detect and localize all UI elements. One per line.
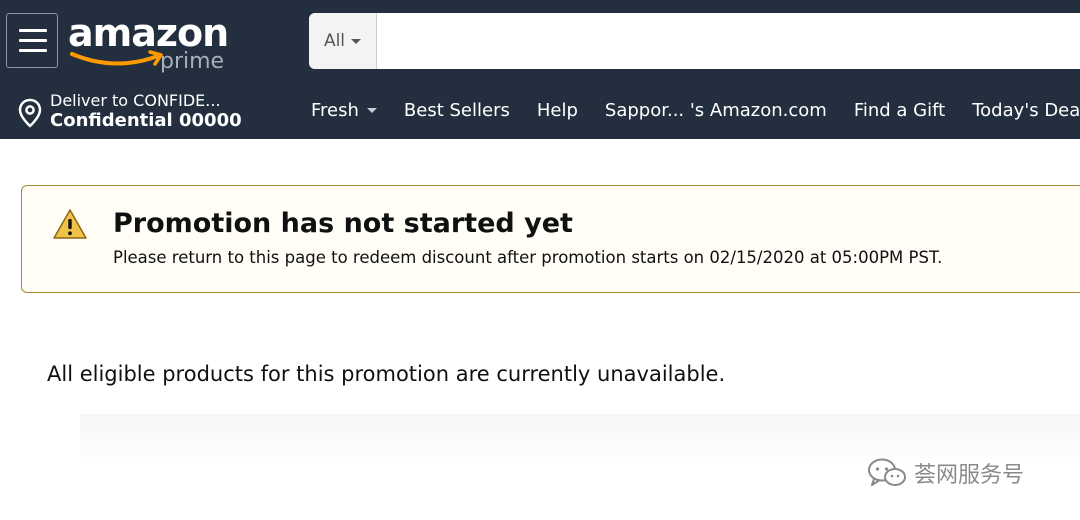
top-header: amazon prime All — [0, 0, 1080, 82]
nav-link-label: Find a Gift — [853, 100, 946, 121]
logo-word: amazon — [68, 11, 229, 55]
nav-link-user-amazon[interactable]: Sappor... 's Amazon.com — [605, 100, 827, 121]
nav-links: Fresh Best Sellers Help Sappor... 's Ama… — [311, 82, 1080, 139]
nav-link-todays-deals[interactable]: Today's Deals — [972, 100, 1080, 121]
nav-link-label: Fresh — [311, 100, 359, 121]
menu-line-icon — [19, 49, 47, 52]
watermark: 荟网服务号 — [866, 455, 1024, 491]
promotion-alert: Promotion has not started yet Please ret… — [21, 185, 1080, 293]
search-input[interactable] — [379, 13, 1079, 69]
watermark-text: 荟网服务号 — [914, 463, 1025, 488]
hamburger-menu-button[interactable] — [6, 13, 58, 68]
nav-link-best-sellers[interactable]: Best Sellers — [404, 100, 510, 121]
unavailable-message: All eligible products for this promotion… — [47, 362, 726, 386]
menu-line-icon — [19, 29, 47, 32]
chevron-down-icon — [351, 38, 362, 44]
search-bar: All — [309, 13, 1080, 69]
deliver-label: Deliver to CONFIDE... — [50, 91, 221, 110]
nav-link-label: Best Sellers — [403, 100, 510, 121]
location-pin-icon — [18, 98, 42, 128]
nav-link-label: Help — [536, 100, 578, 121]
nav-link-help[interactable]: Help — [537, 100, 578, 121]
search-category-label: All — [323, 31, 346, 51]
nav-bar: Deliver to CONFIDE... Confidential 00000… — [0, 82, 1080, 139]
alert-message: Please return to this page to redeem dis… — [113, 248, 943, 267]
warning-icon — [53, 209, 87, 239]
menu-line-icon — [19, 39, 47, 42]
nav-link-label: Today's Deals — [972, 100, 1080, 121]
smile-arrow-icon — [70, 50, 163, 66]
search-category-dropdown[interactable]: All — [309, 13, 377, 69]
nav-link-label: Sappor... 's Amazon.com — [604, 100, 827, 121]
amazon-prime-logo[interactable]: amazon prime — [68, 11, 238, 74]
chevron-down-icon — [366, 108, 377, 113]
alert-title: Promotion has not started yet — [113, 208, 573, 239]
wechat-icon — [868, 458, 906, 486]
logo-prime: prime — [160, 49, 225, 74]
nav-link-find-a-gift[interactable]: Find a Gift — [854, 100, 945, 121]
nav-link-fresh[interactable]: Fresh — [311, 100, 377, 121]
deliver-address: Confidential 00000 — [50, 110, 242, 131]
